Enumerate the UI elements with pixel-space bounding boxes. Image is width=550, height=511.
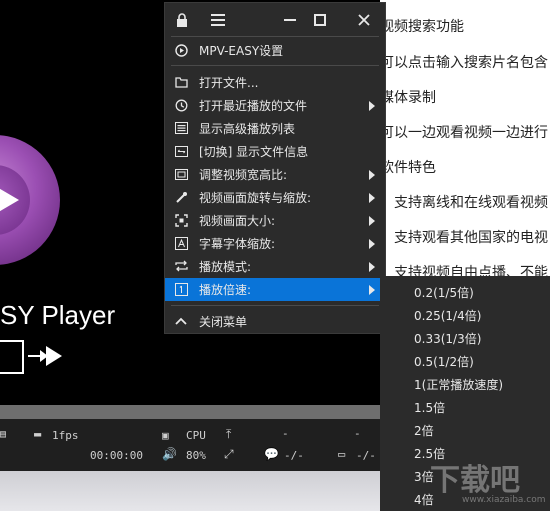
menu-item-label: 关闭菜单: [199, 315, 248, 329]
menu-item-open-file[interactable]: 打开文件...: [165, 71, 385, 94]
menu-item-label: [切换] 显示文件信息: [199, 145, 309, 159]
submenu-arrow-icon: [369, 216, 375, 226]
folder-icon[interactable]: ▬: [34, 427, 41, 441]
audio-track-icon[interactable]: ▭: [338, 447, 345, 461]
chevron-up-icon: [173, 314, 189, 328]
aspect-icon: [173, 167, 189, 181]
minus-icon[interactable]: [275, 3, 305, 37]
maximize-icon[interactable]: [305, 3, 335, 37]
player-title: SY Player: [0, 300, 116, 330]
speed-option-label: 0.33(1/3倍): [414, 332, 482, 346]
info-toggle-icon: [173, 144, 189, 158]
close-icon[interactable]: [349, 3, 379, 37]
menu-item-label: 显示高级播放列表: [199, 122, 296, 136]
status-dash: -: [354, 427, 361, 440]
speed-option-label: 0.25(1/4倍): [414, 309, 482, 323]
menu-item-close-menu[interactable]: 关闭菜单: [165, 310, 385, 333]
seek-bar[interactable]: [0, 405, 380, 419]
volume-value: 80%: [186, 449, 206, 462]
doc-line: 视频搜索功能: [380, 19, 464, 35]
menu-item-label: MPV-EASY设置: [199, 44, 284, 58]
blurred-background: [0, 471, 380, 511]
subtitle-value: -/-: [284, 449, 304, 462]
menu-item-label: 播放倍速:: [199, 283, 252, 297]
play-circle-icon: [173, 43, 189, 57]
speed-option-label: 2倍: [414, 424, 434, 438]
menu-item-recent-files[interactable]: 打开最近播放的文件: [165, 94, 385, 117]
doc-line: 、支持离线和在线观看视频: [380, 195, 548, 211]
speed-option-label: 1.5倍: [414, 401, 446, 415]
subtitle-icon[interactable]: 💬: [264, 447, 279, 461]
menu-toolbar: [165, 3, 385, 37]
fullscreen-icon[interactable]: ⤢: [224, 447, 234, 462]
history-icon: [173, 98, 189, 112]
doc-line: 媒体录制: [380, 90, 436, 106]
doc-line: 软件特色: [380, 160, 436, 176]
menu-item-label: 调整视频宽高比:: [199, 168, 288, 182]
submenu-arrow-icon: [369, 262, 375, 272]
menu-item-playlist[interactable]: 显示高级播放列表: [165, 117, 385, 140]
speed-option[interactable]: 0.33(1/3倍): [380, 326, 550, 349]
speed-option[interactable]: 0.5(1/2倍): [380, 349, 550, 372]
rotate-icon: [173, 190, 189, 204]
cpu-label: CPU: [186, 429, 206, 442]
menu-item-label: 播放模式:: [199, 260, 252, 274]
speed-option[interactable]: 1.5倍: [380, 395, 550, 418]
control-bar: ▤ ▬ 1fps ▣ CPU ⤒ - - 00:00:00 🔊 80% ⤢ 💬 …: [0, 419, 380, 471]
menu-item-label: 打开文件...: [199, 76, 259, 90]
play-icon: [0, 186, 19, 214]
submenu-arrow-icon: [369, 193, 375, 203]
volume-icon[interactable]: 🔊: [162, 447, 177, 461]
speed-option[interactable]: 0.2(1/5倍): [380, 280, 550, 303]
menu-item-settings[interactable]: MPV-EASY设置: [165, 39, 385, 62]
hamburger-icon[interactable]: [203, 3, 233, 37]
menu-item-play-mode[interactable]: 播放模式:: [165, 255, 385, 278]
context-menu: MPV-EASY设置 打开文件... 打开最近播放的文件 显示高级播放列表 [切…: [164, 2, 386, 334]
submenu-arrow-icon: [369, 170, 375, 180]
arrow-icon: [46, 346, 62, 366]
audio-value: -/-: [356, 449, 376, 462]
upload-icon[interactable]: ⤒: [226, 427, 231, 442]
font-icon: [173, 236, 189, 250]
menu-item-rotate-zoom[interactable]: 视频画面旋转与缩放:: [165, 186, 385, 209]
doc-line: 、支持观看其他国家的电视: [380, 230, 548, 246]
submenu-arrow-icon: [369, 101, 375, 111]
watermark-url: www.xiazaiba.com: [462, 495, 546, 505]
menu-item-file-info[interactable]: [切换] 显示文件信息: [165, 140, 385, 163]
watermark-logo: 下载吧: [430, 463, 520, 498]
speed-option-label: 1(正常播放速度): [414, 378, 503, 392]
menu-item-label: 视频画面旋转与缩放:: [199, 191, 312, 205]
submenu-arrow-icon: [369, 285, 375, 295]
fps-value: 1fps: [52, 429, 79, 442]
speed-option[interactable]: 2倍: [380, 418, 550, 441]
speed-icon: [173, 282, 189, 296]
cpu-icon: ▣: [162, 429, 169, 442]
menu-item-label: 视频画面大小:: [199, 214, 276, 228]
menu-divider: [171, 305, 379, 306]
list-icon: [173, 121, 189, 135]
doc-line: 可以点击输入搜索片名包含: [380, 55, 548, 71]
speed-option[interactable]: 1(正常播放速度): [380, 372, 550, 395]
doc-line: 可以一边观看视频一边进行: [380, 125, 548, 141]
flow-box-icon: [0, 340, 24, 374]
menu-item-label: 字幕字体缩放:: [199, 237, 276, 251]
submenu-arrow-icon: [369, 239, 375, 249]
lock-icon[interactable]: [167, 3, 197, 37]
speed-option[interactable]: 0.25(1/4倍): [380, 303, 550, 326]
time-display: 00:00:00: [90, 449, 143, 462]
menu-item-subtitle-scale[interactable]: 字幕字体缩放:: [165, 232, 385, 255]
repeat-icon: [173, 259, 189, 273]
speed-option-label: 0.5(1/2倍): [414, 355, 474, 369]
menu-item-aspect-ratio[interactable]: 调整视频宽高比:: [165, 163, 385, 186]
menu-item-playback-speed[interactable]: 播放倍速:: [165, 278, 385, 301]
status-dash: -: [282, 427, 289, 440]
menu-divider: [171, 65, 379, 66]
menu-item-video-size[interactable]: 视频画面大小:: [165, 209, 385, 232]
file-icon: ▤: [0, 429, 7, 440]
menu-item-label: 打开最近播放的文件: [199, 99, 308, 113]
speed-option-label: 0.2(1/5倍): [414, 286, 474, 300]
menu-divider: [171, 36, 379, 37]
folder-icon: [173, 75, 189, 89]
size-icon: [173, 213, 189, 227]
